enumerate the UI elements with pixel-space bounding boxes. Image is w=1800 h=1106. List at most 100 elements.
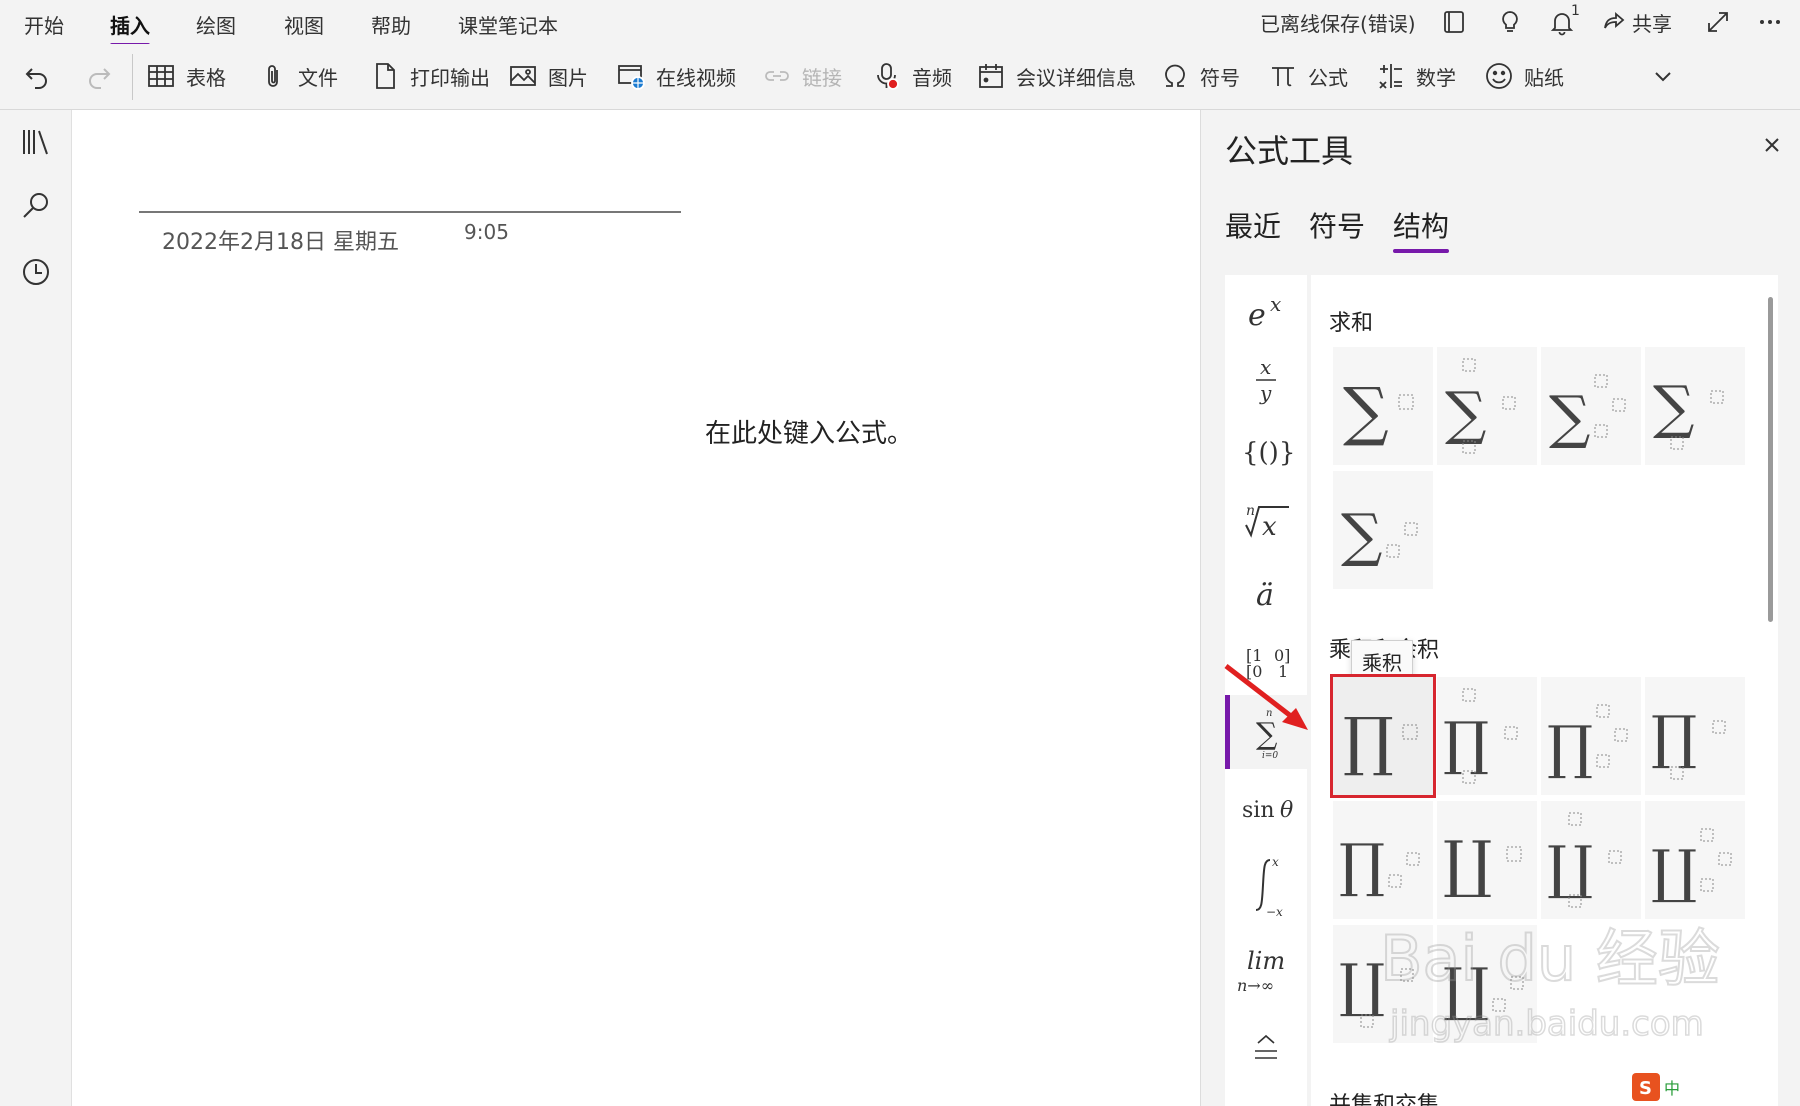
lightbulb-icon[interactable]: [1496, 8, 1524, 36]
category-accent-icon[interactable]: ä: [1225, 555, 1307, 625]
tab-view[interactable]: 视图: [284, 10, 324, 39]
structure-gallery: 求和 ∑ ∑ ∑ ∑ ∑ 乘积和余积 乘积 ∏ ∏ ∏ ∏: [1311, 275, 1778, 1106]
insert-online-video-button[interactable]: 在线视频: [616, 56, 736, 96]
insert-picture-label: 图片: [548, 65, 588, 90]
svg-text:n: n: [1246, 503, 1255, 519]
svg-text:∏: ∏: [1547, 713, 1593, 781]
category-bracket-icon[interactable]: {()}: [1225, 415, 1307, 485]
product-tile-1[interactable]: ∏: [1330, 674, 1436, 798]
page-canvas[interactable]: 2022年2月18日 星期五 9:05 在此处键入公式。: [72, 110, 1200, 1106]
svg-text:中: 中: [1664, 1079, 1680, 1098]
coproduct-tile-5[interactable]: ∐: [1437, 925, 1537, 1043]
pane-tab-recent[interactable]: 最近: [1225, 205, 1281, 245]
coproduct-tile-4[interactable]: ∐: [1333, 925, 1433, 1043]
tab-insert[interactable]: 插入: [110, 10, 150, 47]
meeting-details-button[interactable]: 会议详细信息: [976, 56, 1136, 96]
insert-table-button[interactable]: 表格: [146, 56, 226, 96]
page-title-underline: [139, 211, 681, 213]
insert-equation-button[interactable]: 公式: [1268, 56, 1348, 96]
picture-icon: [510, 66, 536, 86]
category-script-icon[interactable]: ex: [1225, 275, 1307, 345]
redo-icon: [89, 68, 111, 89]
insert-link-button[interactable]: 链接: [762, 56, 842, 96]
svg-text:∐: ∐: [1547, 833, 1593, 901]
page-date: 2022年2月18日 星期五: [162, 230, 399, 255]
tab-draw[interactable]: 绘图: [196, 10, 236, 39]
left-navigation: [0, 110, 72, 1106]
summation-tile-1[interactable]: ∑: [1333, 347, 1433, 465]
summation-tile-3[interactable]: ∑: [1541, 347, 1641, 465]
sync-status[interactable]: 已离线保存(错误): [1260, 8, 1416, 37]
recent-clock-icon[interactable]: [18, 254, 54, 290]
pane-title: 公式工具: [1225, 132, 1354, 170]
product-tile-3[interactable]: ∏: [1541, 677, 1641, 795]
svg-text:∏: ∏: [1339, 831, 1385, 899]
redo-button[interactable]: [84, 56, 114, 96]
tab-class-notebook[interactable]: 课堂笔记本: [458, 10, 558, 39]
notification-count: 1: [1571, 3, 1580, 19]
category-limit-icon[interactable]: lim n→∞: [1225, 931, 1307, 1011]
share-icon[interactable]: [1600, 8, 1628, 36]
equation-input-placeholder[interactable]: 在此处键入公式。: [705, 413, 913, 450]
category-large-operator-icon[interactable]: n ∑ i=0: [1225, 695, 1307, 769]
category-fraction-icon[interactable]: xy: [1225, 345, 1307, 415]
search-icon[interactable]: [18, 188, 54, 224]
svg-text:e: e: [1248, 298, 1266, 333]
omega-icon: [1165, 64, 1185, 87]
summation-tile-4[interactable]: ∑: [1645, 347, 1745, 465]
chevron-down-icon: [1655, 72, 1671, 82]
svg-text:{()}: {()}: [1242, 438, 1295, 468]
menu-bar: 开始 插入 绘图 视图 帮助 课堂笔记本 已离线保存(错误) 1 共享: [0, 0, 1800, 47]
insert-sticker-button[interactable]: 贴纸: [1484, 56, 1564, 96]
svg-text:∑: ∑: [1343, 375, 1389, 449]
expand-icon[interactable]: [1704, 8, 1732, 36]
summation-tile-5[interactable]: ∑: [1333, 471, 1433, 589]
svg-text:∑: ∑: [1341, 501, 1382, 569]
math-button[interactable]: 数学: [1376, 56, 1456, 96]
product-tile-4[interactable]: ∏: [1645, 677, 1745, 795]
category-radical-icon[interactable]: nx: [1225, 485, 1307, 555]
record-audio-button[interactable]: 音频: [872, 56, 952, 96]
category-function-icon[interactable]: sin θ: [1225, 773, 1307, 843]
ribbon-divider: [132, 54, 133, 100]
share-button[interactable]: 共享: [1632, 8, 1672, 37]
ime-indicator-icon[interactable]: S 中: [1632, 1073, 1688, 1101]
coproduct-tile-2[interactable]: ∐: [1541, 801, 1641, 919]
microphone-icon: [877, 63, 899, 90]
coproduct-tile-3[interactable]: ∐: [1645, 801, 1745, 919]
close-pane-button[interactable]: [1759, 132, 1785, 158]
category-matrix-icon[interactable]: [1 0] [0 1: [1225, 625, 1307, 695]
pi-icon: [1272, 67, 1294, 87]
ribbon-overflow-button[interactable]: [1648, 56, 1678, 96]
summation-tile-2[interactable]: ∑: [1437, 347, 1537, 465]
svg-text:1: 1: [1278, 662, 1288, 681]
tab-help[interactable]: 帮助: [371, 10, 411, 39]
svg-text:∑: ∑: [1549, 383, 1590, 451]
tab-home[interactable]: 开始: [24, 10, 64, 39]
insert-equation-label: 公式: [1308, 65, 1348, 90]
pane-tab-symbols[interactable]: 符号: [1309, 205, 1365, 245]
insert-online-video-label: 在线视频: [656, 65, 736, 90]
product-tile-2[interactable]: ∏: [1437, 677, 1537, 795]
notebooks-icon[interactable]: [18, 124, 54, 160]
gallery-scrollbar[interactable]: [1768, 297, 1773, 622]
insert-file-button[interactable]: 文件: [258, 56, 338, 96]
ribbon: 表格 文件 打印输出 图片 在线视频 链接 音频 会议详细信息 符号 公式 数学: [0, 44, 1800, 110]
svg-text:∏: ∏: [1343, 705, 1394, 779]
insert-printout-button[interactable]: 打印输出: [370, 56, 490, 96]
coproduct-tile-1[interactable]: ∐: [1437, 801, 1537, 919]
svg-text:∑: ∑: [1256, 717, 1278, 752]
insert-symbol-button[interactable]: 符号: [1160, 56, 1240, 96]
notebook-pages-icon[interactable]: [1440, 8, 1468, 36]
category-operator-icon[interactable]: [1225, 1015, 1307, 1085]
math-label: 数学: [1416, 65, 1456, 90]
insert-picture-button[interactable]: 图片: [508, 56, 588, 96]
math-operators-icon: [1379, 64, 1402, 89]
pane-tab-structures[interactable]: 结构: [1393, 205, 1450, 253]
category-integral-icon[interactable]: x −x: [1225, 845, 1307, 925]
product-tile-5[interactable]: ∏: [1333, 801, 1433, 919]
more-icon[interactable]: [1756, 8, 1784, 36]
close-icon: [1765, 138, 1779, 152]
undo-button[interactable]: [22, 56, 52, 96]
insert-symbol-label: 符号: [1200, 65, 1240, 90]
